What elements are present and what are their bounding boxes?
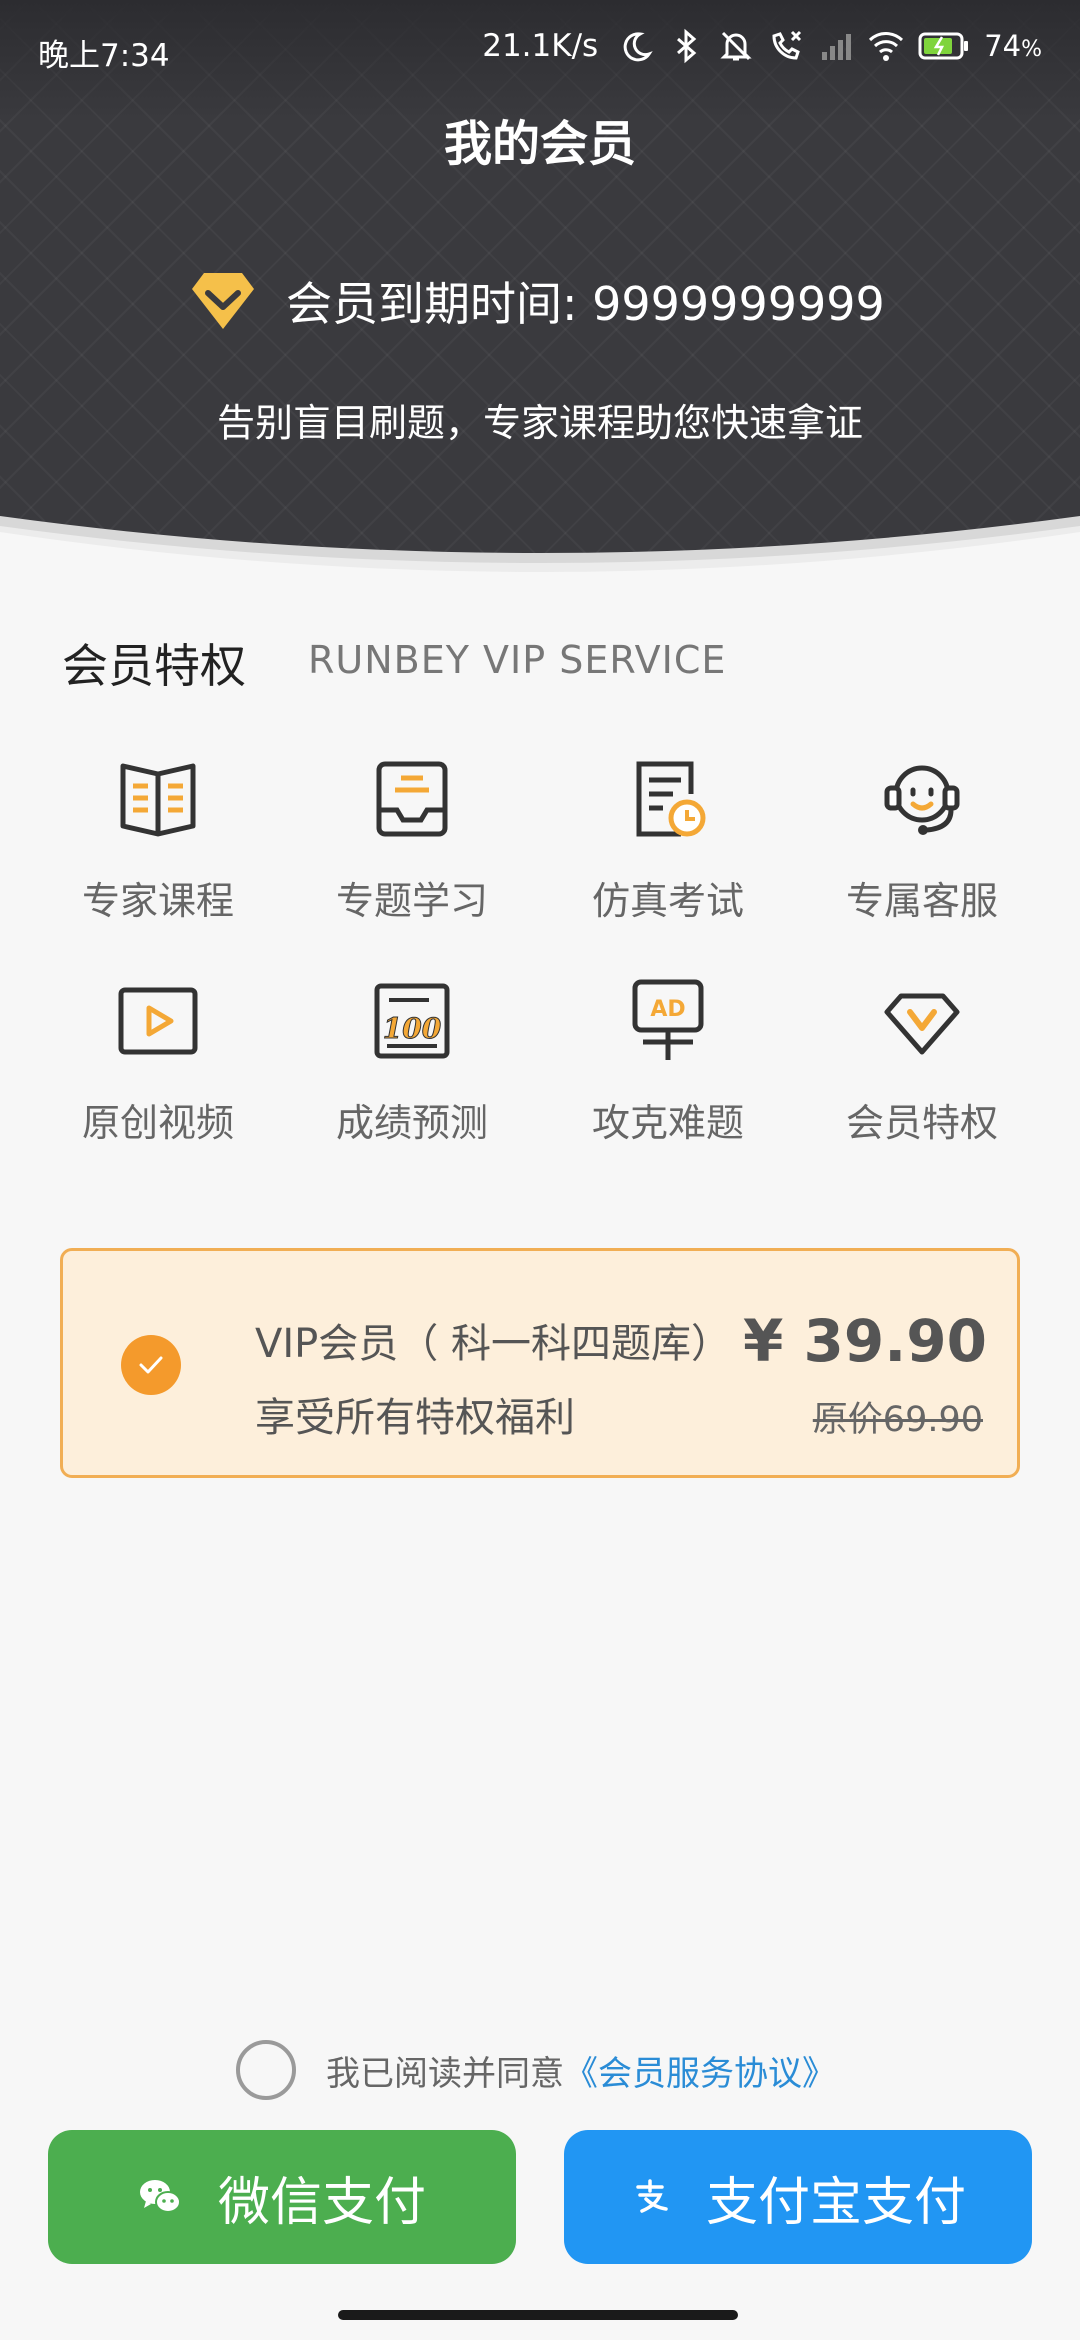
plan-original-price: 原价69.90: [812, 1400, 983, 1440]
wechat-icon: [139, 2180, 181, 2213]
feature-topic-study[interactable]: 专题学习: [284, 754, 540, 925]
vip-plan-card[interactable]: VIP会员（ 科一科四题库） 享受所有特权福利 ¥ 39.90 原价69.90: [60, 1248, 1020, 1478]
network-speed: 21.1K/s: [482, 28, 599, 64]
feature-label: 成绩预测: [335, 1101, 488, 1145]
agreement-link[interactable]: 《会员服务协议》: [564, 2046, 836, 2095]
battery-percent: 74%: [984, 29, 1042, 63]
slogan: 告别盲目刷题，专家课程助您快速拿证: [216, 401, 863, 445]
feature-exclusive-service[interactable]: 专属客服: [794, 754, 1050, 925]
feature-mock-exam[interactable]: 仿真考试: [540, 754, 796, 925]
wechat-pay-button[interactable]: 微信支付: [48, 2130, 516, 2264]
privileges-subtitle: RUNBEY VIP SERVICE: [308, 638, 727, 682]
status-icons: 21.1K/s 74%: [482, 28, 1042, 64]
feature-original-video[interactable]: 原创视频: [30, 976, 286, 1147]
score-100-icon: 100: [374, 983, 450, 1059]
signal-icon: [822, 34, 852, 60]
plan-name: VIP会员（ 科一科四题库）: [255, 1321, 731, 1367]
alipay-button[interactable]: 支付宝支付: [564, 2130, 1032, 2264]
feature-label: 仿真考试: [591, 879, 744, 923]
agreement-checkbox[interactable]: [236, 2040, 296, 2100]
status-time: 晚上7:34: [38, 38, 170, 74]
wifi-icon: [869, 32, 904, 61]
plan-description: 享受所有特权福利: [255, 1395, 575, 1441]
wechat-pay-label: 微信支付: [217, 2172, 426, 2233]
feature-label: 专家课程: [81, 879, 234, 923]
feature-member-privilege[interactable]: 会员特权: [794, 976, 1050, 1147]
page-title: 我的会员: [443, 116, 636, 172]
feature-label: 专题学习: [335, 879, 488, 923]
privileges-title: 会员特权: [62, 639, 246, 693]
agreement-text: 我已阅读并同意: [326, 2053, 564, 2094]
exam-clock-icon: [636, 761, 706, 837]
alipay-icon: [636, 2179, 668, 2213]
diamond-v-icon: [884, 993, 960, 1055]
video-play-icon: [118, 987, 198, 1055]
feature-hard-questions[interactable]: AD 攻克难题: [540, 976, 796, 1147]
member-header: 晚上7:34 21.1K/s 74% 我的会员 会员到期时间: 99999999…: [0, 0, 1080, 580]
call-forward-icon: [772, 30, 802, 60]
bluetooth-icon: [677, 28, 697, 64]
svg-text:AD: AD: [650, 997, 685, 1022]
document-tray-icon: [376, 761, 448, 837]
membership-expiry: 会员到期时间: 9999999999: [190, 268, 885, 334]
gold-diamond-icon: [192, 273, 254, 329]
open-book-icon: [120, 763, 196, 837]
feature-label: 会员特权: [845, 1101, 998, 1145]
feature-label: 专属客服: [845, 879, 998, 923]
plan-price: ¥ 39.90: [742, 1307, 987, 1375]
battery-icon: [918, 32, 969, 60]
alipay-label: 支付宝支付: [705, 2172, 966, 2233]
feature-expert-course[interactable]: 专家课程: [30, 754, 286, 925]
status-bar: 晚上7:34 21.1K/s 74%: [0, 0, 1080, 96]
svg-text:100: 100: [383, 1012, 442, 1045]
feature-label: 攻克难题: [591, 1101, 744, 1145]
plan-selected-check[interactable]: [121, 1335, 181, 1395]
agreement-row: 我已阅读并同意 《会员服务协议》: [236, 2040, 836, 2100]
feature-score-predict[interactable]: 100 成绩预测: [284, 976, 540, 1147]
ad-sign-icon: AD: [632, 979, 704, 1060]
feature-label: 原创视频: [81, 1101, 234, 1145]
home-indicator[interactable]: [338, 2310, 738, 2320]
check-icon: [139, 1356, 163, 1374]
mute-bell-icon: [720, 31, 752, 61]
moon-icon: [623, 32, 653, 62]
headset-icon: [884, 765, 960, 835]
expire-text: 会员到期时间: 9999999999: [286, 277, 885, 331]
